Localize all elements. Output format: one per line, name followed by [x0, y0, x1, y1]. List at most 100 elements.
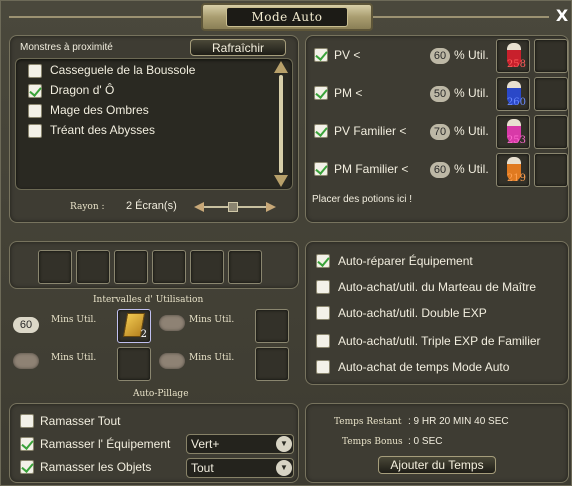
interval-2-unit: Mins Util. — [189, 315, 235, 325]
bonus-time-label: Temps Bonus — [342, 437, 403, 447]
interval-3-slot[interactable] — [117, 347, 151, 381]
auto-options-panel: Auto-réparer Équipement Auto-achat/util.… — [305, 241, 569, 385]
scroll-up-icon[interactable] — [274, 61, 288, 73]
pet-pv-potion-count: 253 — [506, 135, 526, 146]
interval-4-slot[interactable] — [255, 347, 289, 381]
interval-slot[interactable] — [76, 250, 110, 284]
auto-loot-panel: Ramasser Tout Ramasser l' Équipement Ver… — [9, 403, 299, 483]
intervals-settings: 60 Mins Util. 2 Mins Util. Mins Util. Mi… — [9, 305, 299, 383]
loot-items-checkbox[interactable] — [20, 460, 34, 474]
auto-option-label: Auto-achat/util. Triple EXP de Familier — [338, 334, 541, 348]
intervals-slot-panel — [9, 241, 299, 289]
scroll-item-count: 2 — [140, 329, 147, 340]
scroll-track[interactable] — [279, 75, 283, 173]
auto-triple-exp-checkbox[interactable] — [316, 334, 330, 348]
auto-hammer-checkbox[interactable] — [316, 280, 330, 294]
interval-1-value[interactable]: 60 — [13, 317, 39, 333]
auto-time-checkbox[interactable] — [316, 360, 330, 374]
title-ornament-right — [373, 16, 549, 18]
interval-3-value[interactable] — [13, 353, 39, 369]
items-type-value: Tout — [191, 461, 214, 475]
intervals-header: Intervalles d' Utilisation — [93, 295, 204, 305]
auto-double-exp-checkbox[interactable] — [316, 306, 330, 320]
chevron-down-icon[interactable]: ▼ — [276, 460, 292, 476]
pv-threshold[interactable]: 60 — [430, 48, 450, 64]
interval-slot[interactable] — [114, 250, 148, 284]
monster-label: Casseguele de la Boussole — [50, 63, 196, 77]
chevron-down-icon[interactable]: ▼ — [276, 436, 292, 452]
pv-potion-slot[interactable]: 258 — [496, 39, 530, 73]
pet-pv-potion-slot[interactable]: 253 — [496, 115, 530, 149]
pm-potion-count: 260 — [506, 97, 526, 108]
monster-label: Mage des Ombres — [50, 103, 149, 117]
loot-equipment-checkbox[interactable] — [20, 437, 34, 451]
pm-checkbox[interactable] — [314, 86, 328, 100]
pv-unit: % Util. — [454, 48, 489, 62]
pm-label: PM < — [334, 86, 363, 100]
scroll-down-icon[interactable] — [274, 175, 288, 187]
items-type-select[interactable]: Tout ▼ — [186, 458, 294, 478]
monster-checkbox[interactable] — [28, 124, 42, 138]
title-plate: Mode Auto — [201, 3, 373, 31]
monsters-header: Monstres à proximité — [20, 42, 113, 53]
interval-2-value[interactable] — [159, 315, 185, 331]
time-remaining-value: : 9 HR 20 MIN 40 SEC — [408, 416, 509, 427]
pv-potion-count: 258 — [506, 59, 526, 70]
interval-2-slot[interactable] — [255, 309, 289, 343]
slider-right-arrow-icon[interactable] — [266, 202, 276, 212]
radius-slider[interactable] — [194, 200, 276, 214]
slider-thumb[interactable] — [228, 202, 238, 212]
pet-pm-checkbox[interactable] — [314, 162, 328, 176]
pet-pm-unit: % Util. — [454, 162, 489, 176]
interval-slot[interactable] — [152, 250, 186, 284]
interval-4-value[interactable] — [159, 353, 185, 369]
auto-mode-window: Mode Auto X Monstres à proximité Rafraîc… — [0, 0, 572, 486]
monster-checkbox[interactable] — [28, 104, 42, 118]
monsters-panel: Monstres à proximité Rafraîchir Cassegue… — [9, 35, 299, 223]
pv-label: PV < — [334, 48, 361, 62]
slider-left-arrow-icon[interactable] — [194, 202, 204, 212]
refresh-button[interactable]: Rafraîchir — [190, 39, 286, 56]
pm-threshold[interactable]: 50 — [430, 86, 450, 102]
pet-pm-potion-slot[interactable]: 219 — [496, 153, 530, 187]
potion-hint: Placer des potions ici ! — [312, 194, 413, 205]
loot-all-checkbox[interactable] — [20, 414, 34, 428]
interval-4-unit: Mins Util. — [189, 353, 235, 363]
pet-pv-unit: % Util. — [454, 124, 489, 138]
add-time-button[interactable]: Ajouter du Temps — [378, 456, 496, 474]
monster-list-scrollbar[interactable] — [274, 61, 288, 187]
pv-extra-slot[interactable] — [534, 39, 568, 73]
interval-slot[interactable] — [38, 250, 72, 284]
time-panel: Temps Restant : 9 HR 20 MIN 40 SEC Temps… — [305, 403, 569, 483]
interval-1-slot[interactable]: 2 — [117, 309, 151, 343]
pet-pm-threshold[interactable]: 60 — [430, 162, 450, 178]
auto-option-label: Auto-achat de temps Mode Auto — [338, 360, 510, 374]
window-title: Mode Auto — [226, 7, 348, 27]
loot-label: Ramasser l' Équipement — [40, 437, 171, 451]
monster-label: Tréant des Abysses — [50, 123, 155, 137]
pm-extra-slot[interactable] — [534, 77, 568, 111]
loot-label: Ramasser Tout — [40, 414, 121, 428]
pv-checkbox[interactable] — [314, 48, 328, 62]
pet-pv-threshold[interactable]: 70 — [430, 124, 450, 140]
pet-pv-label: PV Familier < — [334, 124, 407, 138]
time-remaining-label: Temps Restant — [334, 417, 402, 427]
pm-potion-slot[interactable]: 260 — [496, 77, 530, 111]
interval-slot[interactable] — [190, 250, 224, 284]
monster-checkbox[interactable] — [28, 84, 42, 98]
interval-1-unit: Mins Util. — [51, 315, 97, 325]
close-button[interactable]: X — [553, 7, 571, 25]
interval-slot[interactable] — [228, 250, 262, 284]
pet-pv-extra-slot[interactable] — [534, 115, 568, 149]
auto-option-label: Auto-achat/util. Double EXP — [338, 306, 487, 320]
pet-pv-checkbox[interactable] — [314, 124, 328, 138]
monster-checkbox[interactable] — [28, 64, 42, 78]
interval-3-unit: Mins Util. — [51, 353, 97, 363]
equipment-grade-select[interactable]: Vert+ ▼ — [186, 434, 294, 454]
monster-list: Casseguele de la Boussole Dragon d' Ô Ma… — [15, 58, 293, 190]
auto-repair-checkbox[interactable] — [316, 254, 330, 268]
monster-label: Dragon d' Ô — [50, 83, 115, 97]
pet-pm-extra-slot[interactable] — [534, 153, 568, 187]
bonus-time-value: : 0 SEC — [408, 436, 443, 447]
auto-option-label: Auto-achat/util. du Marteau de Maître — [338, 280, 537, 294]
